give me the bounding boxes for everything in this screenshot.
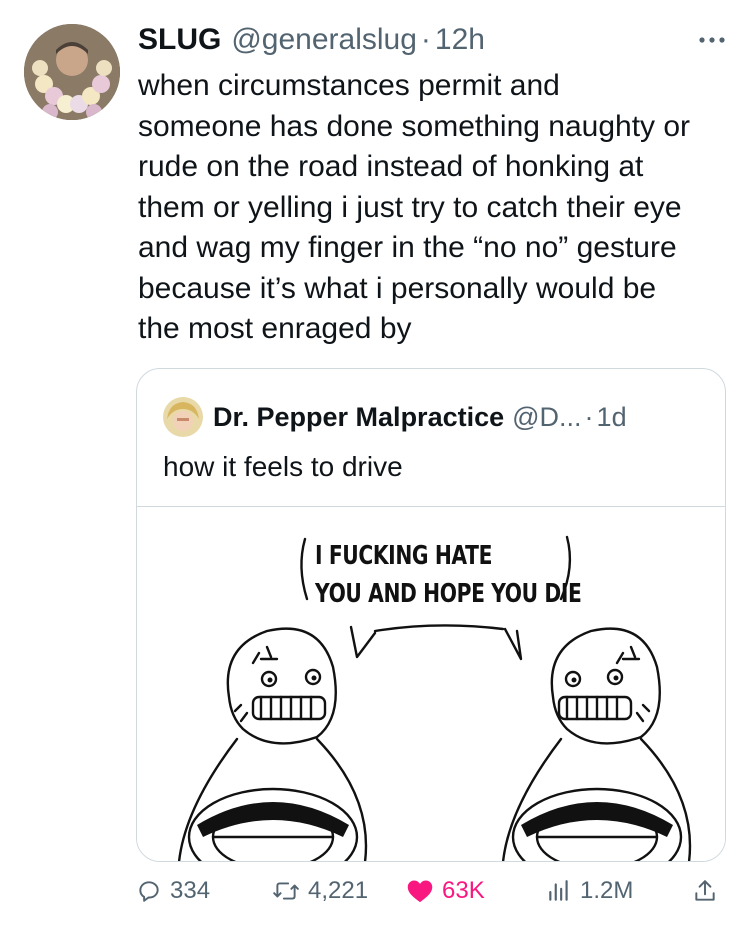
retweet-button[interactable]: 4,221 [272,868,368,914]
author-avatar[interactable] [24,24,120,120]
share-button[interactable] [692,868,726,914]
quoted-tweet[interactable]: Dr. Pepper Malpractice @D... · 1d how it… [136,368,726,862]
quoted-author-avatar [163,397,203,437]
meme-caption: I FUCKING HATE YOU AND HOPE YOU DIE [315,537,582,613]
retweet-icon [273,882,299,900]
tweet-header: SLUG @generalslug · 12h [138,18,730,62]
quoted-media-image[interactable]: I FUCKING HATE YOU AND HOPE YOU DIE [137,506,725,861]
quoted-tweet-text: how it feels to drive [163,451,403,482]
quoted-tweet-header: Dr. Pepper Malpractice @D... · 1d [163,397,627,437]
tweet-actions: 334 4,221 63K 1.2M [136,868,726,914]
quoted-author-name: Dr. Pepper Malpractice [213,401,505,432]
reply-button[interactable]: 334 [136,868,210,914]
reply-count: 334 [170,877,211,904]
analytics-icon [549,880,568,901]
view-count: 1.2M [580,877,634,904]
more-horizontal-icon[interactable] [694,26,730,54]
separator-dot: · [584,401,594,432]
author-name[interactable]: SLUG [138,23,221,57]
heart-filled-icon [407,880,433,903]
meme-caption-line: I FUCKING HATE [315,541,493,571]
tweet-timestamp[interactable]: 12h [435,23,485,57]
retweet-count: 4,221 [308,877,369,904]
reply-icon [139,881,159,902]
tweet-text: when circumstances permit and someone ha… [138,69,691,345]
like-button[interactable]: 63K [406,868,485,914]
quoted-timestamp: 1d [596,401,627,432]
like-count: 63K [442,877,485,904]
author-handle[interactable]: @generalslug [231,23,417,57]
meme-caption-line: YOU AND HOPE YOU DIE [315,579,582,609]
views-button[interactable]: 1.2M [546,868,633,914]
separator-dot: · [420,23,431,56]
share-icon [695,880,715,901]
quoted-author-handle: @D... [512,401,582,432]
